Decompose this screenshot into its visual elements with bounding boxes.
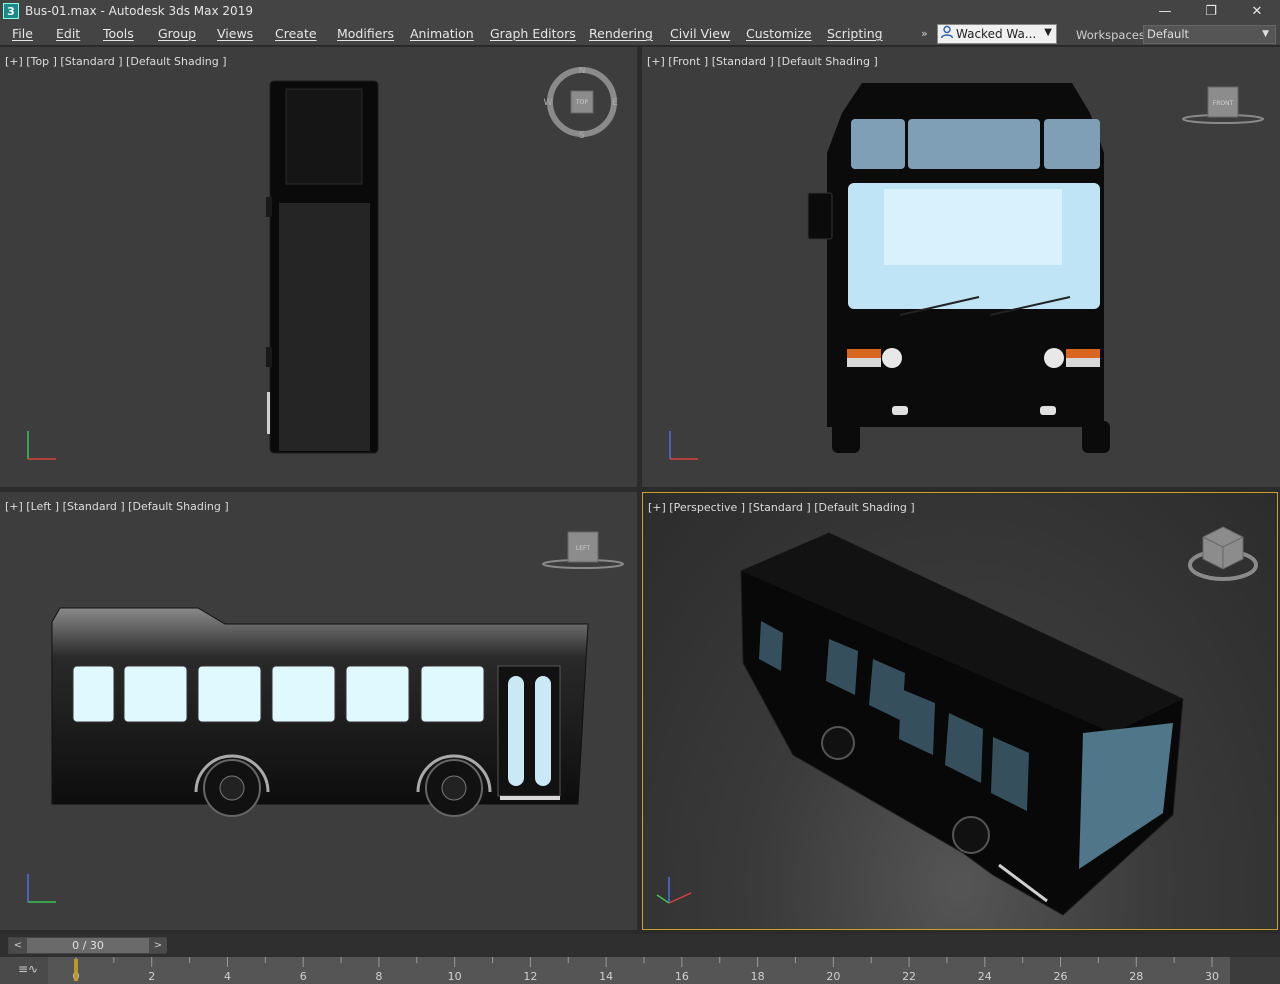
- menu-scripting[interactable]: Scripting: [827, 26, 883, 41]
- window-controls: — ❐ ✕: [1142, 0, 1280, 22]
- menu-file[interactable]: File: [12, 26, 33, 41]
- ruler-tick-label: 22: [902, 970, 916, 983]
- viewport-label[interactable]: [+] [Perspective ] [Standard ] [Default …: [648, 501, 915, 514]
- minimize-button[interactable]: —: [1142, 0, 1188, 22]
- workspaces-select[interactable]: Default ▼: [1143, 25, 1276, 44]
- ruler-tick-label: 18: [751, 970, 765, 983]
- ruler-tick-label: 30: [1205, 970, 1219, 983]
- bus-perspective-view: [740, 532, 1184, 916]
- menu-customize[interactable]: Customize: [746, 26, 812, 41]
- ruler-tick-label: 4: [224, 970, 231, 983]
- viewport-left[interactable]: [+] [Left ] [Standard ] [Default Shading…: [0, 492, 637, 930]
- next-frame-button[interactable]: >: [149, 938, 167, 953]
- ruler-tick-label: 14: [599, 970, 613, 983]
- ruler-tick-label: 10: [448, 970, 462, 983]
- ruler-tick-label: 2: [148, 970, 155, 983]
- menu-rendering[interactable]: Rendering: [589, 26, 653, 41]
- current-frame-marker: [74, 959, 78, 981]
- viewport-label[interactable]: [+] [Left ] [Standard ] [Default Shading…: [5, 500, 229, 513]
- ruler-tick-label: 20: [826, 970, 840, 983]
- viewport-label[interactable]: [+] [Front ] [Standard ] [Default Shadin…: [647, 55, 878, 68]
- user-account-dropdown[interactable]: Wacked Wa... ▼: [937, 24, 1057, 44]
- svg-text:S: S: [579, 131, 585, 141]
- viewcube-icon[interactable]: [1185, 521, 1261, 587]
- user-icon: [938, 25, 956, 43]
- axis-tripod-icon: [27, 874, 56, 903]
- menu-animation[interactable]: Animation: [410, 26, 474, 41]
- viewport-perspective[interactable]: [+] [Perspective ] [Standard ] [Default …: [642, 492, 1278, 930]
- user-name: Wacked Wa...: [956, 27, 1037, 41]
- ruler-tick-label: 26: [1054, 970, 1068, 983]
- menu-views[interactable]: Views: [217, 26, 253, 41]
- time-slider-handle[interactable]: 0 / 30: [27, 938, 149, 953]
- title-bar: 3 Bus-01.max - Autodesk 3ds Max 2019 — ❐…: [0, 0, 1280, 22]
- menu-graph-editors[interactable]: Graph Editors: [490, 26, 576, 41]
- menu-overflow-icon[interactable]: »: [921, 27, 928, 40]
- menu-create[interactable]: Create: [275, 26, 317, 41]
- viewcube-face-label: TOP: [575, 99, 588, 106]
- axis-tripod-icon: [27, 431, 56, 460]
- svg-text:E: E: [612, 98, 618, 108]
- viewcube-icon[interactable]: LEFT: [540, 528, 626, 574]
- ruler-tick-label: 6: [300, 970, 307, 983]
- axis-tripod-icon: [656, 877, 692, 904]
- bus-top-view: [266, 80, 379, 454]
- viewcube-face-label: FRONT: [1213, 100, 1234, 107]
- menu-group[interactable]: Group: [158, 26, 196, 41]
- timeline-panel: < 0 / 30 > ≡∿ 02468101214161820222426283…: [0, 934, 1280, 984]
- track-ruler[interactable]: 024681012141618202224262830: [48, 957, 1230, 984]
- viewport-label[interactable]: [+] [Top ] [Standard ] [Default Shading …: [5, 55, 227, 68]
- svg-text:N: N: [579, 67, 586, 76]
- workspaces-label: Workspaces:: [1076, 28, 1149, 42]
- viewcube-compass-icon[interactable]: TOP N S E W: [544, 67, 620, 143]
- workspace-value: Default: [1147, 27, 1190, 41]
- viewcube-face-label: LEFT: [576, 545, 590, 552]
- app-icon[interactable]: 3: [3, 3, 19, 19]
- previous-frame-button[interactable]: <: [9, 938, 27, 953]
- chevron-down-icon: ▼: [1262, 29, 1269, 39]
- menu-civil-view[interactable]: Civil View: [670, 26, 730, 41]
- axis-tripod-icon: [669, 431, 698, 460]
- window-title: Bus-01.max - Autodesk 3ds Max 2019: [25, 4, 253, 18]
- maximize-button[interactable]: ❐: [1188, 0, 1234, 22]
- viewcube-icon[interactable]: FRONT: [1180, 83, 1266, 129]
- svg-text:W: W: [544, 98, 553, 108]
- ruler-ticks: 024681012141618202224262830: [73, 957, 1219, 983]
- viewport-top[interactable]: [+] [Top ] [Standard ] [Default Shading …: [0, 47, 637, 487]
- close-button[interactable]: ✕: [1234, 0, 1280, 22]
- ruler-tick-label: 28: [1129, 970, 1143, 983]
- chevron-down-icon: ▼: [1044, 27, 1052, 38]
- menu-tools[interactable]: Tools: [103, 26, 134, 41]
- menu-edit[interactable]: Edit: [56, 26, 80, 41]
- curve-editor-icon[interactable]: ≡∿: [18, 962, 42, 978]
- ruler-tick-label: 24: [978, 970, 992, 983]
- menu-modifiers[interactable]: Modifiers: [337, 26, 394, 41]
- ruler-tick-label: 16: [675, 970, 689, 983]
- time-slider[interactable]: < 0 / 30 >: [8, 937, 167, 954]
- viewport-front[interactable]: [+] [Front ] [Standard ] [Default Shadin…: [642, 47, 1280, 487]
- ruler-tick-label: 12: [523, 970, 537, 983]
- track-bar-end: [1230, 957, 1280, 984]
- ruler-tick-label: 8: [375, 970, 382, 983]
- track-bar: ≡∿ 024681012141618202224262830: [0, 957, 1280, 984]
